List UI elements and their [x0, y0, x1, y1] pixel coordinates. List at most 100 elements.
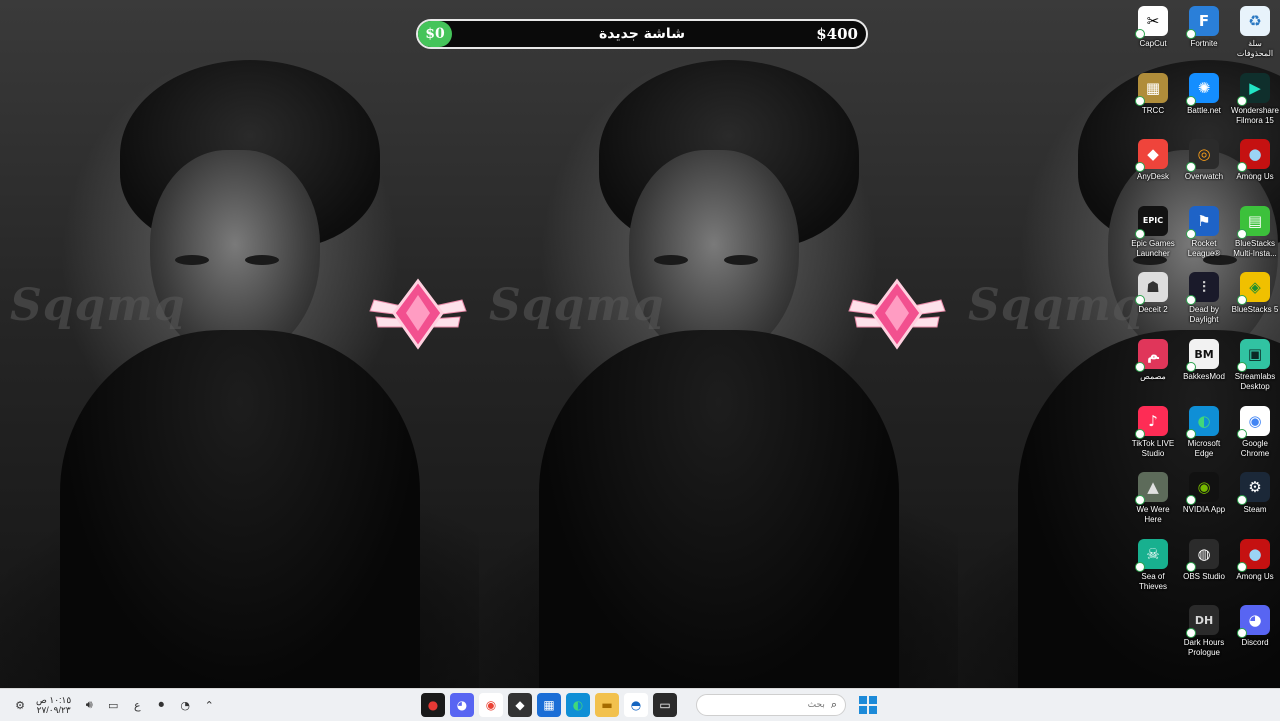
desktop-icon[interactable]: ◐ Microsoft Edge: [1179, 400, 1229, 459]
rocket-league-icon: ⚑: [1186, 205, 1219, 239]
fortnite-icon: F: [1186, 6, 1219, 39]
desktop-icon[interactable]: ♪ TikTok LIVE Studio: [1128, 400, 1178, 459]
desktop-icon[interactable]: ◈ BlueStacks 5: [1230, 266, 1280, 315]
start-logo-square: [869, 706, 877, 714]
dark-hours-icon: DH: [1186, 605, 1219, 639]
portrait-shirt: [60, 330, 420, 688]
portrait-eye: [654, 255, 688, 265]
desktop-icon[interactable]: F Fortnite: [1179, 0, 1229, 49]
system-tray: ⚙ ١٠:١٥ ص ٢٧/٠٩/٢٣ 🔊︎ ▭ ع ⏺ ◔ ⌃: [10, 689, 219, 721]
sync-status-icon: [1237, 495, 1247, 506]
desktop-icon[interactable]: ✂ CapCut: [1128, 0, 1178, 49]
hwinfo-icon[interactable]: ◓: [624, 693, 648, 717]
desktop-icon[interactable]: ▦ TRCC: [1128, 67, 1178, 116]
desktop-icon-label: Google Chrome: [1240, 438, 1270, 458]
desktop-icon-label: Overwatch: [1184, 172, 1224, 182]
desktop-icon[interactable]: ♻ سلة المحذوفات: [1230, 0, 1280, 59]
desktop-icon-label: Steam: [1243, 505, 1267, 515]
desktop-icon[interactable]: ◉ Google Chrome: [1230, 400, 1280, 459]
desktop-icon[interactable]: ▣ Streamlabs Desktop: [1230, 333, 1280, 392]
desktop-icon-label: Rocket League®: [1187, 238, 1221, 258]
desktop-icon[interactable]: ◕ Discord: [1230, 599, 1280, 648]
we-were-here-icon: ▲: [1135, 472, 1168, 506]
record-app-icon[interactable]: ●: [421, 693, 445, 717]
desktop-icon-label: Battle.net: [1187, 105, 1221, 115]
desktop-icon[interactable]: ☗ Deceit 2: [1128, 266, 1178, 315]
desktop-icon[interactable]: ⚙ Steam: [1230, 466, 1280, 515]
sync-status-icon: [1186, 95, 1196, 106]
streamlabs-icon: ▣: [1237, 339, 1270, 372]
top-balance-bar: شاشة جديدة $0 $400: [416, 19, 868, 49]
sync-status-icon: [1135, 29, 1145, 39]
network-icon[interactable]: ◔: [175, 695, 195, 715]
terminal-icon[interactable]: ▭: [653, 693, 677, 717]
sync-status-icon: [1186, 495, 1196, 506]
search-box[interactable]: بحث ⌕: [696, 694, 846, 716]
desktop-icon[interactable]: ﻢ مصمص: [1128, 333, 1178, 382]
unity-icon[interactable]: ◆: [508, 693, 532, 717]
chevron-up-icon[interactable]: ⌃: [199, 695, 219, 715]
taskbar-apps: ● ◕ ◉ ◆ ▦ ◐ ▬ ◓ ▭ بحث ⌕: [421, 693, 877, 717]
sync-status-icon: [1135, 561, 1145, 572]
desktop-icon[interactable]: DH Dark Hours Prologue: [1179, 599, 1229, 658]
anydesk-icon: ◆: [1135, 139, 1168, 173]
sync-status-icon: [1237, 428, 1247, 439]
portrait-eye: [724, 255, 758, 265]
desktop-icons-grid: ✂ CapCut F Fortnite ♻ سلة المحذوفات ▦ TRCC ✺ Batt…: [1128, 0, 1280, 688]
sync-status-icon: [1186, 29, 1196, 39]
desktop-icon[interactable]: ⫶ Dead by Daylight: [1179, 266, 1229, 325]
desktop-icon-label: Discord: [1241, 638, 1269, 648]
discord-icon: ◕: [1237, 605, 1270, 639]
desktop-icon-label: BlueStacks Multi-Insta...: [1233, 238, 1277, 258]
sync-status-icon: [1237, 228, 1247, 239]
edge-icon: ◐: [1186, 405, 1219, 439]
desktop-icon-label: مصمص: [1140, 372, 1166, 381]
file-explorer-icon[interactable]: ▬: [595, 693, 619, 717]
desktop-icon-label: We Were Here: [1136, 505, 1170, 525]
desktop-icon[interactable]: ◎ Overwatch: [1179, 133, 1229, 182]
desktop-icon[interactable]: ◍ OBS Studio: [1179, 533, 1229, 582]
epic-games-icon: EPIC: [1135, 205, 1168, 239]
volume-icon[interactable]: 🔊︎: [79, 695, 99, 715]
microphone-icon[interactable]: ⏺: [151, 695, 171, 715]
clock[interactable]: ١٠:١٥ ص ٢٧/٠٩/٢٣: [36, 695, 71, 715]
desktop-wallpaper: Sqqmq Sqqmq Sqqmq: [0, 0, 1280, 688]
diamond-wings-badge-icon: [848, 278, 946, 350]
nvidia-icon: ◉: [1186, 472, 1219, 506]
sync-status-icon: [1135, 495, 1145, 506]
display-icon[interactable]: ▭: [103, 695, 123, 715]
portrait-shirt: [539, 330, 899, 688]
wallpaper-panel: Sqqmq: [479, 0, 958, 688]
microsoft-store-icon[interactable]: ▦: [537, 693, 561, 717]
desktop-icon-label: Wondershare Filmora 15: [1231, 105, 1279, 125]
desktop-icon[interactable]: ▲ We Were Here: [1128, 466, 1178, 525]
sync-status-icon: [1186, 628, 1196, 639]
topbar-left-amount: $0: [418, 21, 452, 47]
desktop-icon[interactable]: ● Among Us: [1230, 133, 1280, 182]
desktop-icon-label: TRCC: [1141, 105, 1165, 115]
desktop-icon-label: Among Us: [1236, 172, 1274, 182]
capcut-icon: ✂: [1135, 6, 1168, 39]
language-indicator[interactable]: ع: [127, 695, 147, 715]
windows-start-icon[interactable]: [859, 696, 877, 714]
chrome-taskbar-icon[interactable]: ◉: [479, 693, 503, 717]
edge-taskbar-icon[interactable]: ◐: [566, 693, 590, 717]
desktop-icon[interactable]: BM BakkesMod: [1179, 333, 1229, 382]
desktop-icon[interactable]: ● Among Us: [1230, 533, 1280, 582]
desktop-icon[interactable]: ⚑ Rocket League®: [1179, 200, 1229, 259]
desktop-icon[interactable]: ▤ BlueStacks Multi-Insta...: [1230, 200, 1280, 259]
sync-status-icon: [1186, 295, 1196, 306]
obs-icon: ◍: [1186, 538, 1219, 572]
settings-gear-icon[interactable]: ⚙: [10, 695, 30, 715]
desktop-icon[interactable]: ▶ Wondershare Filmora 15: [1230, 67, 1280, 126]
topbar-right-amount: $400: [816, 25, 858, 43]
desktop-icon[interactable]: ◉ NVIDIA App: [1179, 466, 1229, 515]
desktop-icon[interactable]: ☠ Sea of Thieves: [1128, 533, 1178, 592]
watermark-text: Sqqmq: [968, 280, 1144, 331]
desktop-icon[interactable]: ✺ Battle.net: [1179, 67, 1229, 116]
discord-taskbar-icon[interactable]: ◕: [450, 693, 474, 717]
desktop-icon[interactable]: ◆ AnyDesk: [1128, 133, 1178, 182]
topbar-title: شاشة جديدة: [599, 26, 685, 42]
sync-status-icon: [1237, 628, 1247, 639]
desktop-icon[interactable]: EPIC Epic Games Launcher: [1128, 200, 1178, 259]
